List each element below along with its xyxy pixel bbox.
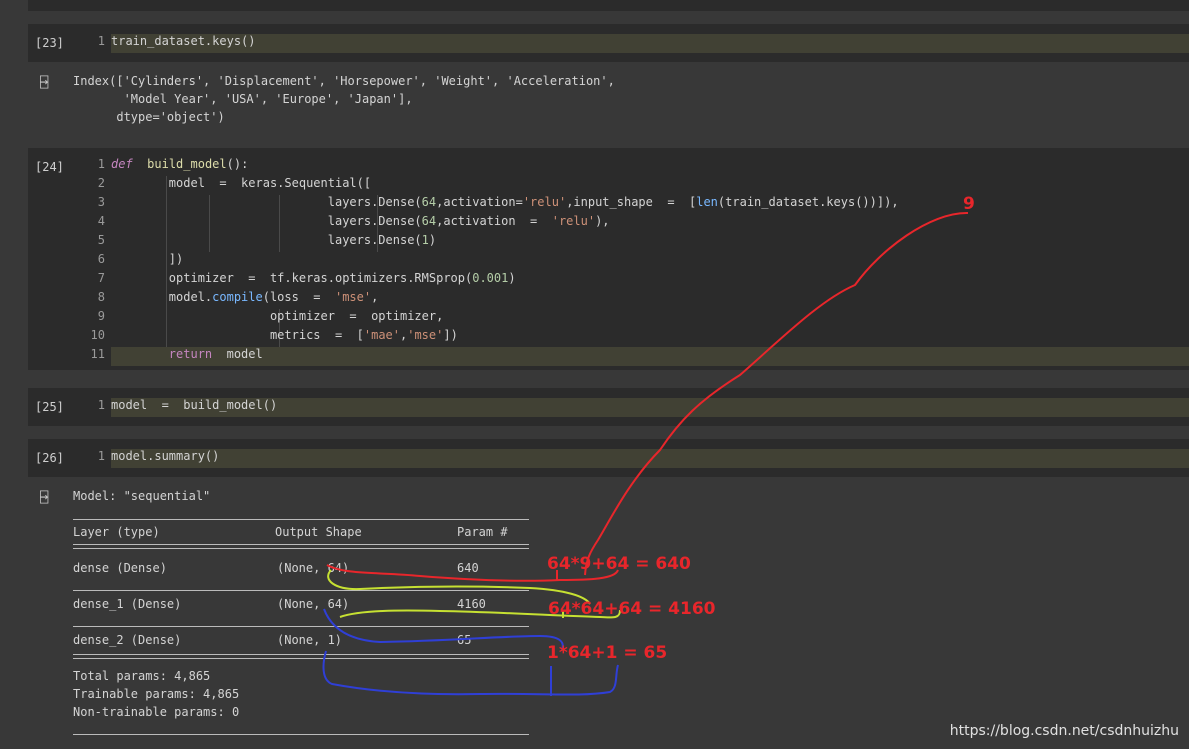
watermark: https://blog.csdn.net/csdnhuizhu bbox=[949, 723, 1179, 739]
annotation-eq2: 64*64+64 = 4160 bbox=[548, 599, 716, 619]
annotation-overlay bbox=[322, 211, 969, 696]
annotation-nine: 9 bbox=[963, 194, 975, 214]
red-stroke bbox=[584, 211, 969, 576]
annotation-eq3: 1*64+1 = 65 bbox=[547, 643, 668, 663]
blue-stroke bbox=[323, 608, 564, 651]
annotation-eq1: 64*9+64 = 640 bbox=[547, 554, 691, 574]
